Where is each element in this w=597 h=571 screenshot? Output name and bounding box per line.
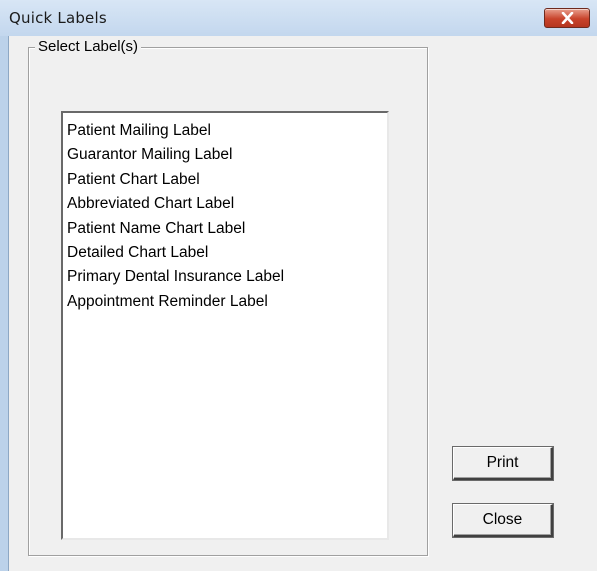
list-item-appointment-reminder-label[interactable]: Appointment Reminder Label	[67, 290, 387, 314]
labels-listbox[interactable]: Patient Mailing Label Guarantor Mailing …	[61, 111, 389, 540]
list-item-abbreviated-chart-label[interactable]: Abbreviated Chart Label	[67, 192, 387, 216]
list-item-patient-chart-label[interactable]: Patient Chart Label	[67, 168, 387, 192]
window-close-button[interactable]	[544, 8, 590, 28]
list-item-patient-name-chart-label[interactable]: Patient Name Chart Label	[67, 217, 387, 241]
list-item-detailed-chart-label[interactable]: Detailed Chart Label	[67, 241, 387, 265]
quick-labels-window: Quick Labels Select Label(s) Patient Mai…	[0, 0, 597, 571]
title-bar[interactable]: Quick Labels	[0, 0, 597, 36]
select-labels-legend: Select Label(s)	[35, 37, 142, 57]
list-item-patient-mailing-label[interactable]: Patient Mailing Label	[67, 119, 387, 143]
labels-list: Patient Mailing Label Guarantor Mailing …	[63, 113, 387, 314]
list-item-guarantor-mailing-label[interactable]: Guarantor Mailing Label	[67, 143, 387, 167]
list-item-primary-dental-insurance-label[interactable]: Primary Dental Insurance Label	[67, 265, 387, 289]
print-button[interactable]: Print	[453, 447, 553, 480]
window-title: Quick Labels	[9, 9, 107, 27]
close-button[interactable]: Close	[453, 504, 553, 537]
close-icon	[561, 12, 574, 24]
